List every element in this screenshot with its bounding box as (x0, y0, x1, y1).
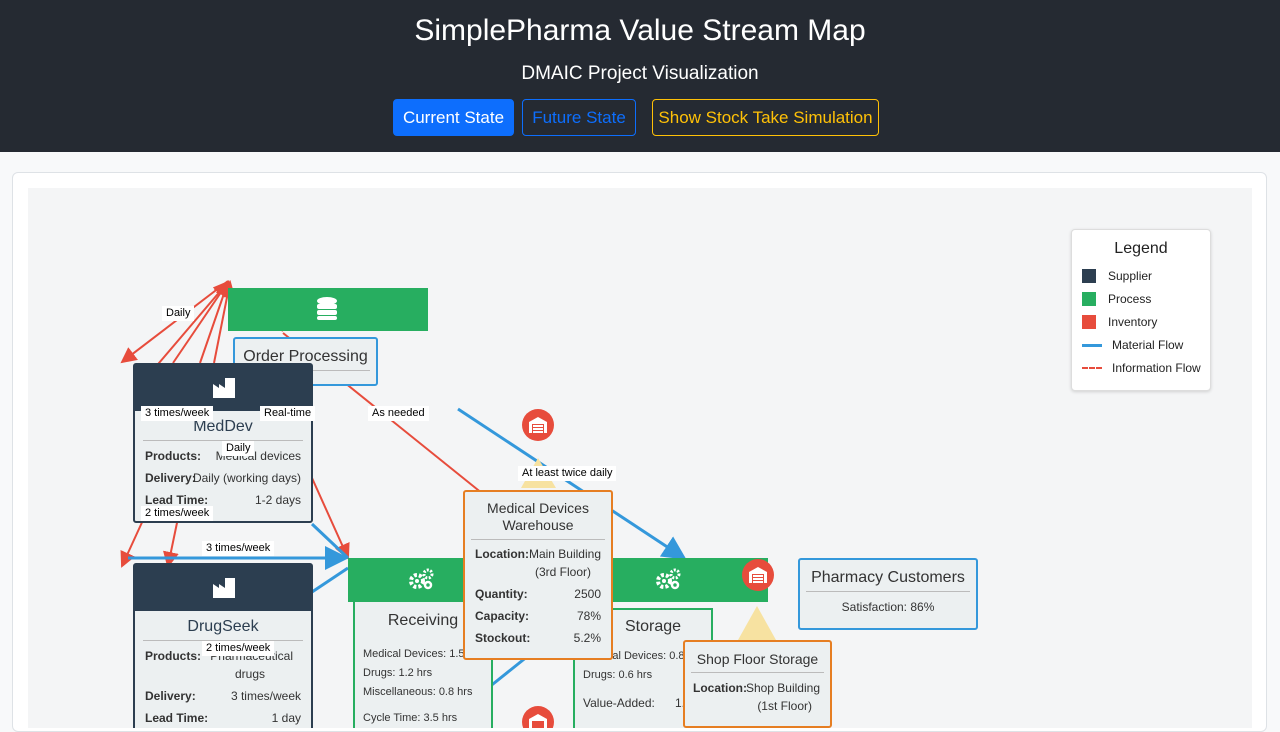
supplier-meddev-header (135, 365, 311, 411)
warehouse-icon (749, 567, 767, 583)
flow-label-2-times-week: 2 times/week (141, 506, 214, 521)
flow-label-daily-mid: Daily (222, 441, 255, 456)
order-processing-header[interactable] (228, 288, 428, 331)
warehouse-tooltip: Medical Devices Warehouse Location: Main B… (463, 490, 613, 660)
inventory-swatch (1082, 315, 1096, 329)
info-flow-line (311, 477, 350, 560)
storage-value-added-label: Value-Added: (583, 696, 655, 710)
flow-label-twice-daily: At least twice daily (518, 466, 617, 481)
warehouse-icon (529, 417, 547, 433)
supplier-meddev-name: MedDev (143, 418, 303, 441)
database-icon (317, 297, 337, 320)
info-flow-line (172, 280, 230, 364)
supplier-drugseek-header (135, 565, 311, 611)
page-header: SimplePharma Value Stream Map DMAIC Proj… (0, 0, 1280, 152)
pharmacy-customers-satisfaction: Satisfaction: 86% (841, 600, 935, 614)
legend: Legend Supplier Process Inventory Materi… (1071, 229, 1211, 391)
shop-floor-tooltip: Shop Floor Storage Location: Shop Buildin… (683, 640, 832, 728)
material-flow-line (311, 566, 349, 594)
receiving-miscellaneous: Miscellaneous: 0.8 hrs (363, 686, 473, 698)
warehouse-icon (529, 714, 547, 728)
info-flow-line (199, 280, 231, 364)
legend-title: Legend (1114, 240, 1168, 257)
page-subtitle: DMAIC Project Visualization (521, 63, 759, 84)
current-state-button[interactable]: Current State (393, 99, 514, 136)
inventory-shop-floor-icon[interactable] (742, 559, 774, 591)
stock-take-simulation-button[interactable]: Show Stock Take Simulation (652, 99, 879, 136)
pharmacy-customers-box[interactable]: Pharmacy Customers Satisfaction: 86% (798, 558, 978, 630)
flow-label-daily: Daily (162, 306, 195, 321)
supplier-swatch (1082, 269, 1096, 283)
factory-icon (213, 378, 235, 398)
inventory-triangle (738, 606, 776, 640)
material-flow-swatch (1082, 344, 1102, 347)
warehouse-title: Medical Devices Warehouse (471, 500, 605, 540)
storage-drugs: Drugs: 0.6 hrs (583, 669, 653, 681)
inventory-warehouse-icon[interactable] (522, 409, 554, 441)
supplier-drugseek-name: DrugSeek (143, 618, 303, 641)
pharmacy-customers-title: Pharmacy Customers (806, 569, 970, 592)
flow-label-3-times-week-b: 3 times/week (202, 541, 275, 556)
material-flow-line (310, 522, 350, 560)
information-flow-swatch (1082, 367, 1102, 369)
receiving-drugs: Drugs: 1.2 hrs (363, 667, 433, 679)
shop-floor-title: Shop Floor Storage (691, 651, 824, 673)
receiving-cycle-time: Cycle Time: 3.5 hrs (363, 712, 458, 724)
flow-label-real-time: Real-time (260, 406, 316, 421)
info-flow-line (120, 280, 229, 364)
future-state-button[interactable]: Future State (522, 99, 636, 136)
flow-label-3-times-week: 3 times/week (141, 406, 214, 421)
flow-label-as-needed: As needed (368, 406, 429, 421)
flow-label-2-times-week-b: 2 times/week (202, 641, 275, 656)
factory-icon (213, 578, 235, 598)
page-title: SimplePharma Value Stream Map (414, 14, 866, 47)
value-stream-canvas[interactable]: Order Processing MedDev Products: Medical… (28, 188, 1252, 728)
gears-icon (409, 568, 434, 590)
gears-icon (656, 568, 681, 590)
process-swatch (1082, 292, 1096, 306)
